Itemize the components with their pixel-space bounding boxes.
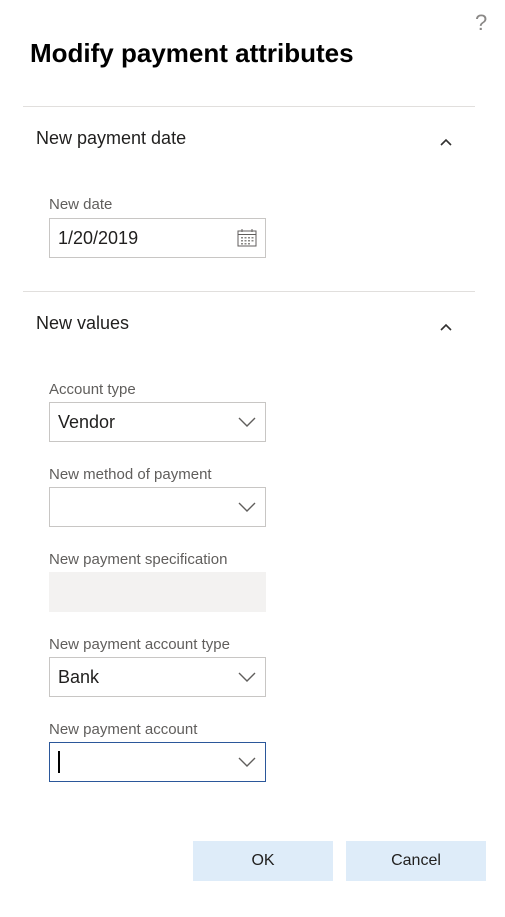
chevron-down-icon[interactable] bbox=[229, 417, 265, 427]
chevron-down-icon[interactable] bbox=[229, 757, 265, 767]
payment-account-type-dropdown[interactable]: Bank bbox=[49, 657, 266, 697]
divider bbox=[23, 106, 475, 107]
method-of-payment-label: New method of payment bbox=[49, 466, 212, 483]
section-header-new-values[interactable]: New values bbox=[36, 313, 466, 334]
payment-account-combobox[interactable] bbox=[49, 742, 266, 782]
account-type-label: Account type bbox=[49, 381, 136, 398]
payment-account-label: New payment account bbox=[49, 721, 198, 738]
method-of-payment-dropdown[interactable] bbox=[49, 487, 266, 527]
new-date-field[interactable]: 1/20/2019 bbox=[49, 218, 266, 258]
chevron-down-icon[interactable] bbox=[229, 502, 265, 512]
section-header-payment-date[interactable]: New payment date bbox=[36, 128, 466, 149]
section-title-new-values: New values bbox=[36, 313, 130, 333]
ok-button[interactable]: OK bbox=[193, 841, 333, 881]
new-date-value: 1/20/2019 bbox=[58, 227, 139, 248]
calendar-icon[interactable] bbox=[229, 229, 265, 247]
new-date-label: New date bbox=[49, 196, 113, 213]
payment-account-type-value: Bank bbox=[58, 666, 100, 687]
account-type-value: Vendor bbox=[58, 411, 116, 432]
dialog-title: Modify payment attributes bbox=[30, 38, 354, 68]
help-icon[interactable]: ? bbox=[475, 12, 487, 34]
chevron-up-icon[interactable] bbox=[440, 136, 452, 148]
divider bbox=[23, 291, 475, 292]
chevron-up-icon[interactable] bbox=[440, 321, 452, 333]
account-type-dropdown[interactable]: Vendor bbox=[49, 402, 266, 442]
section-title-payment-date: New payment date bbox=[36, 128, 187, 148]
text-cursor bbox=[58, 751, 60, 773]
cancel-button[interactable]: Cancel bbox=[346, 841, 486, 881]
payment-specification-field bbox=[49, 572, 266, 612]
payment-specification-label: New payment specification bbox=[49, 551, 228, 568]
chevron-down-icon[interactable] bbox=[229, 672, 265, 682]
payment-account-type-label: New payment account type bbox=[49, 636, 230, 653]
